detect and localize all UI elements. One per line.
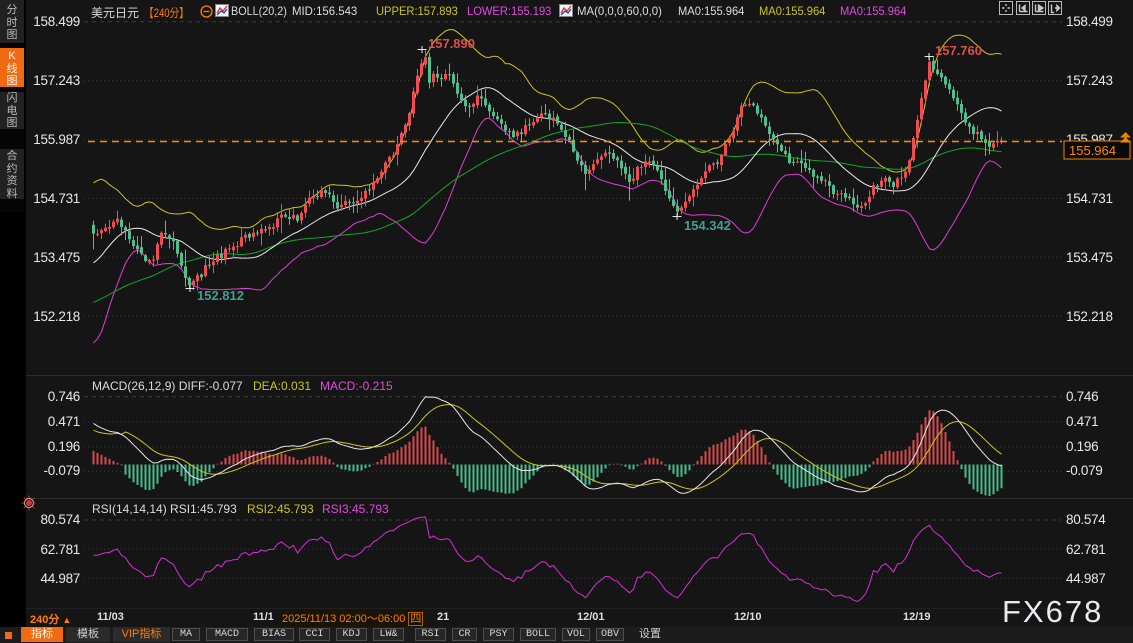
svg-text:158.499: 158.499 [33, 14, 80, 29]
svg-text:MACD:-0.215: MACD:-0.215 [320, 379, 393, 393]
svg-text:158.499: 158.499 [1066, 14, 1113, 29]
svg-text:0.746: 0.746 [1066, 389, 1098, 404]
svg-text:152.218: 152.218 [1066, 309, 1113, 324]
svg-text:154.731: 154.731 [1066, 191, 1113, 206]
svg-text:0.471: 0.471 [48, 414, 80, 429]
svg-text:DEA:0.031: DEA:0.031 [253, 379, 311, 393]
svg-text:0.471: 0.471 [1066, 414, 1098, 429]
svg-text:MACD(26,12,9) DIFF:-0.077: MACD(26,12,9) DIFF:-0.077 [92, 379, 243, 393]
svg-text:44.987: 44.987 [41, 571, 81, 586]
svg-text:-0.079: -0.079 [1066, 463, 1102, 478]
svg-text:80.574: 80.574 [1066, 512, 1106, 527]
svg-text:153.475: 153.475 [33, 250, 80, 265]
svg-text:155.964: 155.964 [1069, 143, 1116, 158]
svg-text:RSI3:45.793: RSI3:45.793 [322, 502, 389, 516]
svg-text:154.731: 154.731 [33, 191, 80, 206]
svg-text:0.196: 0.196 [48, 439, 80, 454]
svg-text:RSI2:45.793: RSI2:45.793 [247, 502, 314, 516]
svg-text:62.781: 62.781 [1066, 542, 1106, 557]
svg-text:RSI(14,14,14) RSI1:45.793: RSI(14,14,14) RSI1:45.793 [92, 502, 237, 516]
svg-text:157.890: 157.890 [428, 36, 475, 51]
svg-text:62.781: 62.781 [41, 542, 81, 557]
svg-text:153.475: 153.475 [1066, 250, 1113, 265]
svg-text:157.243: 157.243 [33, 73, 80, 88]
svg-text:152.812: 152.812 [197, 288, 244, 303]
svg-text:155.987: 155.987 [33, 132, 80, 147]
svg-text:44.987: 44.987 [1066, 571, 1106, 586]
svg-text:80.574: 80.574 [41, 512, 81, 527]
svg-text:154.342: 154.342 [684, 218, 731, 233]
svg-text:0.196: 0.196 [1066, 439, 1098, 454]
svg-text:0.746: 0.746 [48, 389, 80, 404]
svg-text:152.218: 152.218 [33, 309, 80, 324]
svg-text:157.243: 157.243 [1066, 73, 1113, 88]
svg-text:157.760: 157.760 [935, 43, 982, 58]
svg-text:-0.079: -0.079 [44, 463, 80, 478]
